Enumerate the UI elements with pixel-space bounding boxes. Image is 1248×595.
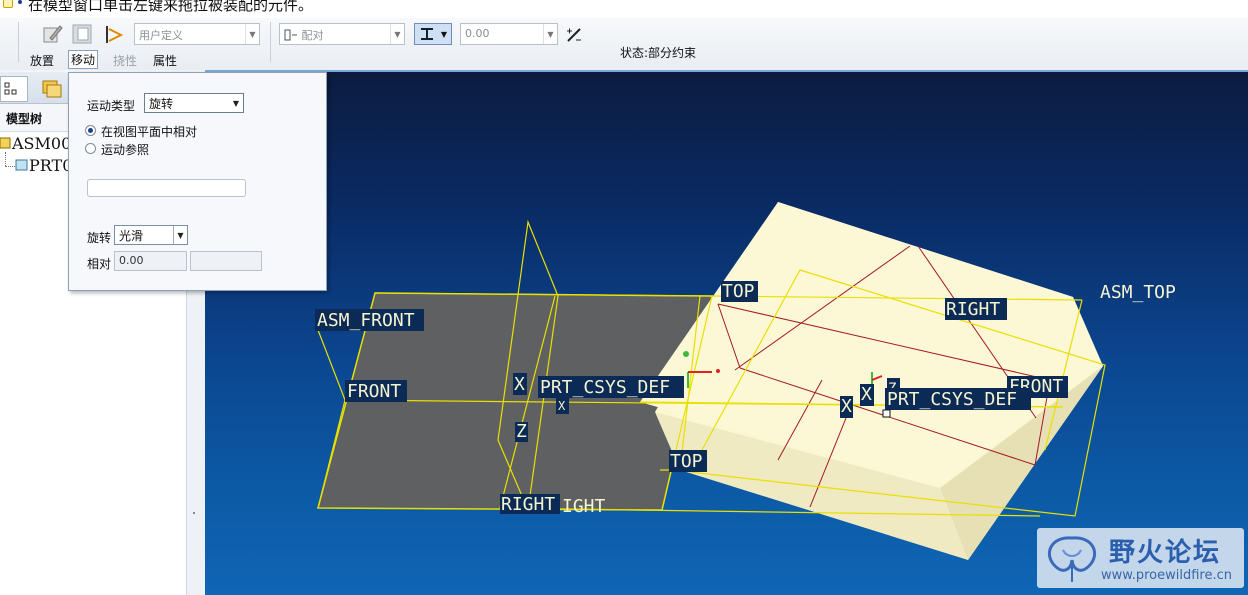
watermark-name: 野火论坛 [1109,538,1222,568]
label-csys-left: PRT_CSYS_DEF [540,377,670,398]
user-defined-combo[interactable]: 用户定义 ▼ [134,23,260,45]
assembly-icon [0,137,11,149]
folder-browser-tab[interactable] [40,76,64,100]
relative-label: 相对 [87,257,112,271]
label-asm-front: ASM_FRONT [317,310,415,331]
watermark: 野火论坛 www.proewildfire.cn [1037,528,1244,588]
label-asm-top: ASM_TOP [1100,282,1176,303]
model-tree-title: 模型树 [6,112,43,126]
relative-value: 0.00 [119,254,144,267]
tree-item-asm-label: ASM00 [12,134,72,153]
chevron-down-icon: ▼ [232,98,240,108]
label-top-lower: TOP [670,451,703,472]
tab-move[interactable]: 移动 [68,50,99,69]
tab-placement[interactable]: 放置 [30,52,54,69]
part-icon [15,159,28,171]
radio-view-plane[interactable] [85,125,96,136]
label-csys-right: PRT_CSYS_DEF [887,389,1017,410]
tree-item-prt-label: PRT0 [29,156,73,175]
label-x2: X [841,396,852,417]
radio-motion-ref[interactable] [85,143,96,154]
message-bar: 在模型窗口单击左键来拖拉被装配的元件。 [0,0,1248,18]
mate-icon [284,29,297,41]
folder-icon [42,80,62,98]
model-tree-tab[interactable] [0,76,28,102]
graphics-viewport[interactable]: ASM_FRONT FRONT TOP RIGHT ASM_TOP X PRT_… [205,72,1248,595]
chevron-down-icon: ▼ [390,24,404,44]
chevron-down-icon: ▼ [173,226,187,244]
assembly-dashboard: 用户定义 ▼ 配对 ▼ ▼ 0.00 ▼ 状态:部分约束 [0,18,1248,70]
rotate-mode-select[interactable]: 光滑 ▼ [114,225,188,245]
option-view-plane: 在视图平面中相对 [101,125,198,139]
proe-window: 在模型窗口单击左键来拖拉被装配的元件。 用户定义 ▼ 配对 ▼ ▼ 0.00 ▼ [0,0,1248,595]
coincident-icon [420,28,433,40]
tab-properties[interactable]: 属性 [153,52,177,69]
chevron-down-icon: ▼ [245,24,259,44]
offset-type-button[interactable]: ▼ [414,23,452,45]
tree-icon [4,82,17,95]
relative-value-field: 0.00 [114,251,187,271]
tree-item-prt[interactable]: PRT0 [15,156,72,175]
label-ight: IGHT [562,496,606,517]
edit-icon[interactable] [40,22,64,46]
move-panel: 运动类型 旋转 ▼ 在视图平面中相对 运动参照 旋转 光滑 ▼ 相对 0.00 [68,72,327,291]
tab-flexibility[interactable]: 挠性 [113,52,137,69]
label-right-upper: RIGHT [946,299,1000,320]
offset-value: 0.00 [465,27,490,40]
constraint-type-text: 配对 [301,29,324,42]
chevron-down-icon: ▼ [440,29,448,39]
constraint-icon[interactable] [102,22,126,46]
label-x-small1: X [558,399,566,413]
label-z1: Z [516,421,527,442]
message-text: 在模型窗口单击左键来拖拉被装配的元件。 [28,0,314,14]
constraint-status: 状态:部分约束 [620,46,697,60]
rotate-mode-value: 光滑 [119,229,144,243]
copy-icon[interactable] [70,22,94,46]
chevron-down-icon: ▼ [543,24,557,44]
tree-item-asm[interactable]: ASM00 [0,134,71,153]
rotate-label: 旋转 [87,231,112,245]
bullet-icon [18,0,22,4]
motion-type-select[interactable]: 旋转 ▼ [144,93,244,113]
model-scene[interactable]: ASM_FRONT FRONT TOP RIGHT ASM_TOP X PRT_… [205,72,1248,595]
offset-value-combo[interactable]: 0.00 ▼ [460,23,558,45]
watermark-logo-icon [1048,536,1096,582]
label-right-lower: RIGHT [501,494,555,515]
label-x1: X [514,374,525,395]
label-top-upper: TOP [722,281,755,302]
motion-reference-field[interactable] [87,179,246,197]
relative-extra-field [190,251,262,271]
motion-type-value: 旋转 [149,97,174,111]
option-motion-ref: 运动参照 [101,143,150,157]
message-icon [3,0,13,8]
motion-type-label: 运动类型 [87,99,136,113]
user-defined-text: 用户定义 [139,29,183,42]
flip-icon[interactable] [562,23,586,47]
label-x3: X [861,384,872,405]
watermark-url: www.proewildfire.cn [1101,568,1232,583]
constraint-type-combo[interactable]: 配对 ▼ [279,23,405,45]
label-front-left: FRONT [347,381,401,402]
